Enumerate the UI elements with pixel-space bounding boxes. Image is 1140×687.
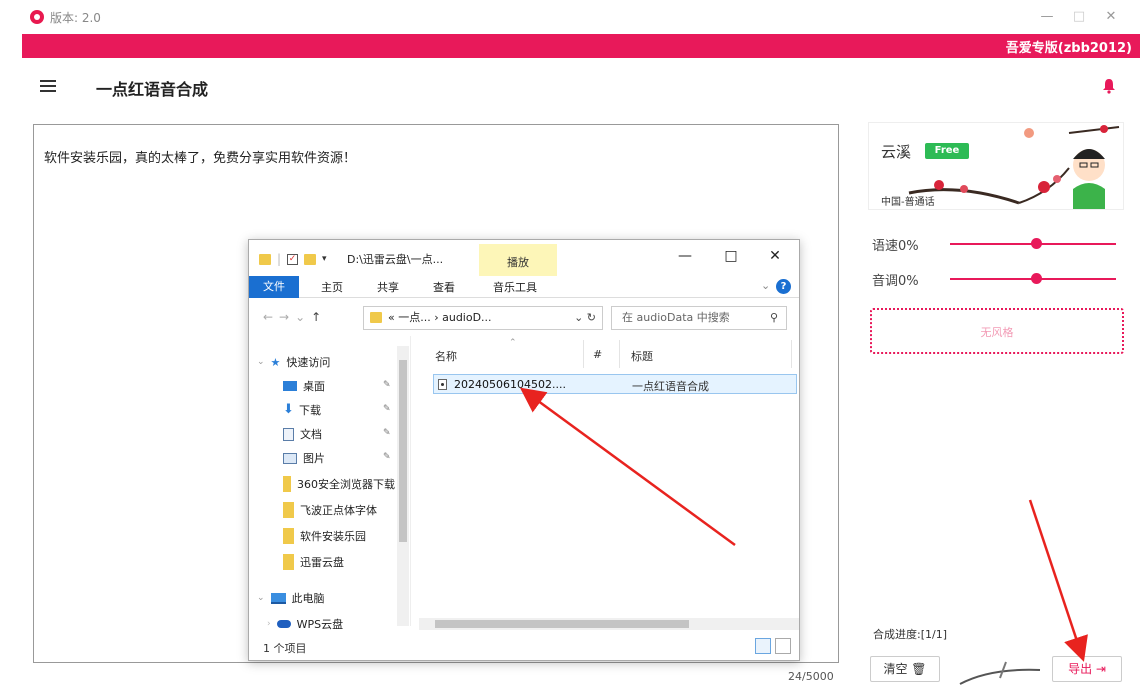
arrow-to-export — [1028, 499, 1088, 662]
arrow-to-file — [519, 387, 736, 547]
app-window: 版本: 2.0 — □ ✕ 吾爱专版(zbb2012) 一点红语音合成 软件安装… — [0, 0, 1140, 687]
annotation-arrows — [519, 387, 1088, 662]
